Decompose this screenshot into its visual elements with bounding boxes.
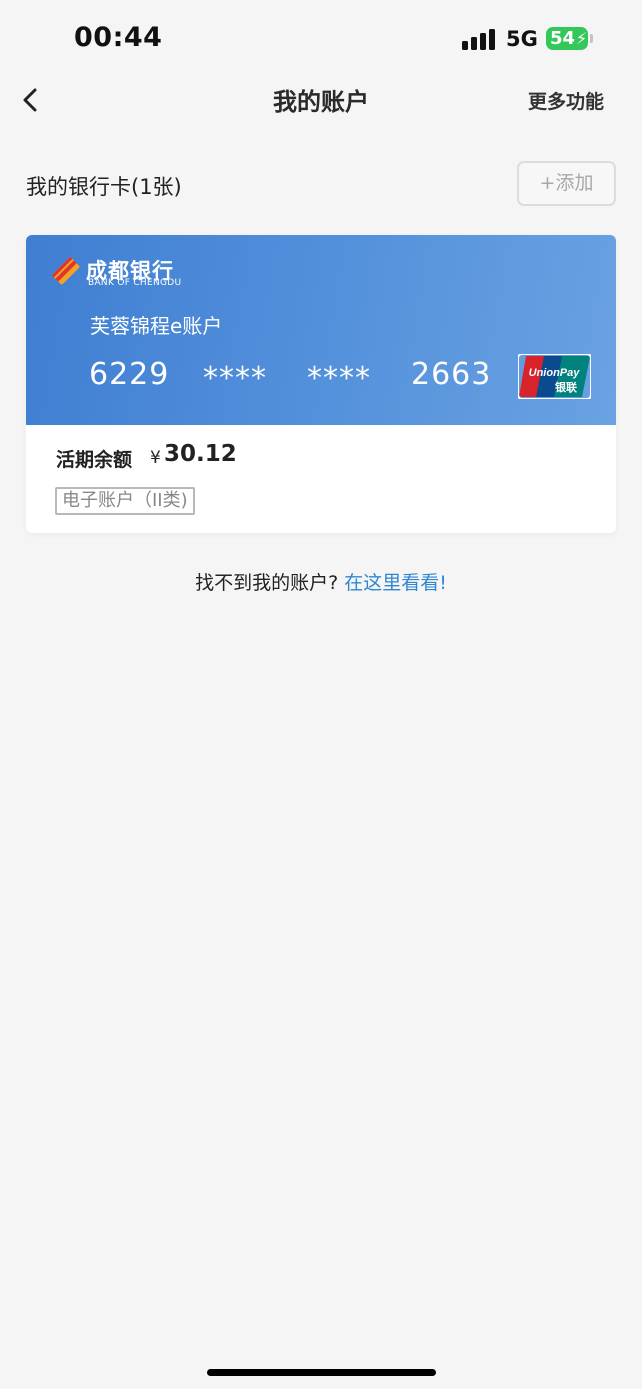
balance-value: 30.12: [164, 441, 237, 467]
home-indicator[interactable]: [207, 1369, 436, 1376]
card-face: 成都银行 BANK OF CHENGDU 芙蓉锦程e账户 6229 **** *…: [26, 235, 616, 425]
bank-cards-title: 我的银行卡(1张): [26, 175, 182, 199]
card-number-group-3: ****: [307, 361, 371, 396]
nav-bar: 我的账户 更多功能: [0, 70, 642, 130]
charging-icon: ⚡: [576, 29, 588, 48]
help-text: 找不到我的账户? 在这里看看!: [0, 568, 642, 595]
help-prompt: 找不到我的账户?: [195, 572, 339, 594]
svg-text:银联: 银联: [555, 380, 577, 394]
network-type: 5G: [506, 27, 538, 51]
help-link[interactable]: 在这里看看!: [344, 572, 447, 594]
signal-icon: [462, 28, 496, 50]
balance-label: 活期余额: [56, 449, 133, 471]
bank-card[interactable]: 成都银行 BANK OF CHENGDU 芙蓉锦程e账户 6229 **** *…: [26, 235, 616, 533]
status-time: 00:44: [74, 22, 163, 53]
bank-logo-icon: [51, 256, 80, 285]
battery-level: 54: [550, 28, 576, 49]
account-class-badge: 电子账户（II类): [55, 487, 195, 515]
card-number-group-1: 6229: [89, 357, 170, 392]
unionpay-logo-icon: UnionPay 银联: [518, 354, 591, 399]
card-number-group-4: 2663: [411, 357, 492, 392]
add-card-button[interactable]: +添加: [517, 161, 616, 206]
bank-name-en: BANK OF CHENGDU: [88, 278, 182, 288]
more-functions-button[interactable]: 更多功能: [528, 87, 604, 114]
battery-icon: 54 ⚡: [546, 27, 588, 50]
account-screen: 00:44 5G 54 ⚡ 我的账户 更多功能 我的银行卡(1张) +添加 成都…: [0, 0, 642, 1389]
card-number-group-2: ****: [203, 361, 267, 396]
back-chevron-icon[interactable]: [18, 86, 44, 114]
currency-symbol: ¥: [150, 448, 161, 468]
battery-cap: [590, 34, 593, 43]
svg-text:UnionPay: UnionPay: [529, 367, 581, 379]
status-bar: 00:44 5G 54 ⚡: [0, 0, 642, 74]
account-type: 芙蓉锦程e账户: [90, 314, 223, 338]
